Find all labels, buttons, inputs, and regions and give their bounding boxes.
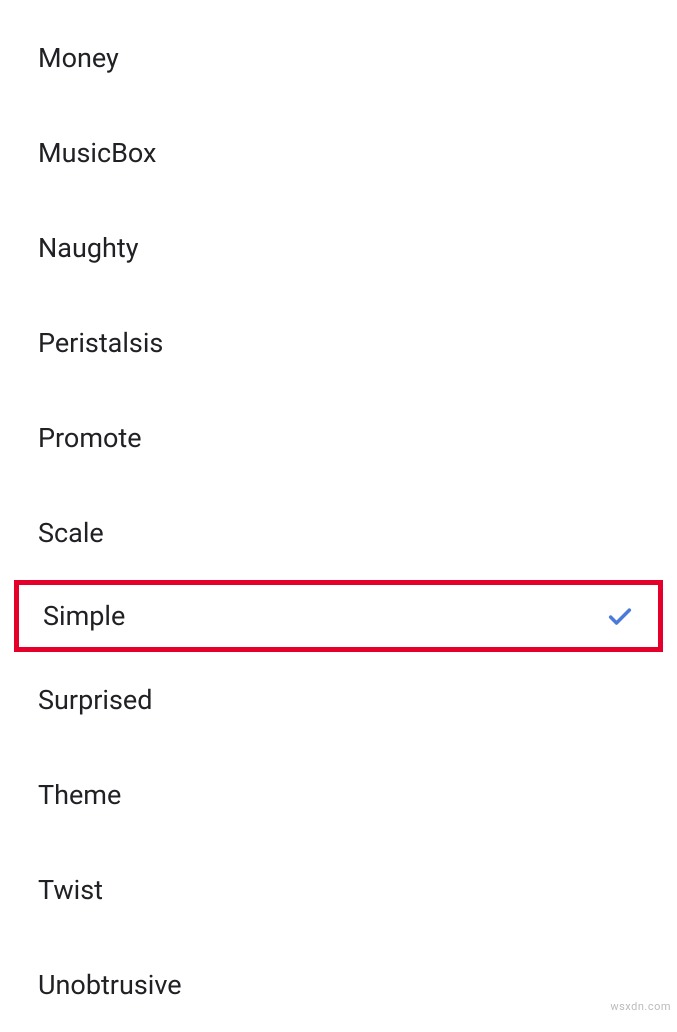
list-item-label: Scale [38, 517, 104, 549]
checkmark-icon [606, 602, 634, 630]
list-item-label: Money [38, 42, 119, 74]
list-item-label: Peristalsis [38, 327, 163, 359]
list-item-label: Twist [38, 874, 103, 906]
list-item-label: Unobtrusive [38, 969, 182, 1001]
list-item[interactable]: Peristalsis [0, 295, 677, 390]
list-item[interactable]: Surprised [0, 652, 677, 747]
list-item[interactable]: Twist [0, 842, 677, 937]
list-item-selected[interactable]: Simple [14, 580, 663, 652]
list-item[interactable]: Money [0, 10, 677, 105]
list-item-label: Surprised [38, 684, 152, 716]
list-item-label: Simple [43, 600, 125, 632]
options-list: Money MusicBox Naughty Peristalsis Promo… [0, 0, 677, 1032]
watermark: wsxdn.com [610, 1000, 671, 1013]
list-item[interactable]: Scale [0, 485, 677, 580]
list-item-label: Naughty [38, 232, 138, 264]
list-item-label: MusicBox [38, 137, 156, 169]
list-item-label: Theme [38, 779, 121, 811]
list-item-label: Promote [38, 422, 142, 454]
list-item[interactable]: Promote [0, 390, 677, 485]
list-item[interactable]: Naughty [0, 200, 677, 295]
list-item[interactable]: Theme [0, 747, 677, 842]
list-item[interactable]: MusicBox [0, 105, 677, 200]
list-item[interactable]: Unobtrusive [0, 937, 677, 1032]
